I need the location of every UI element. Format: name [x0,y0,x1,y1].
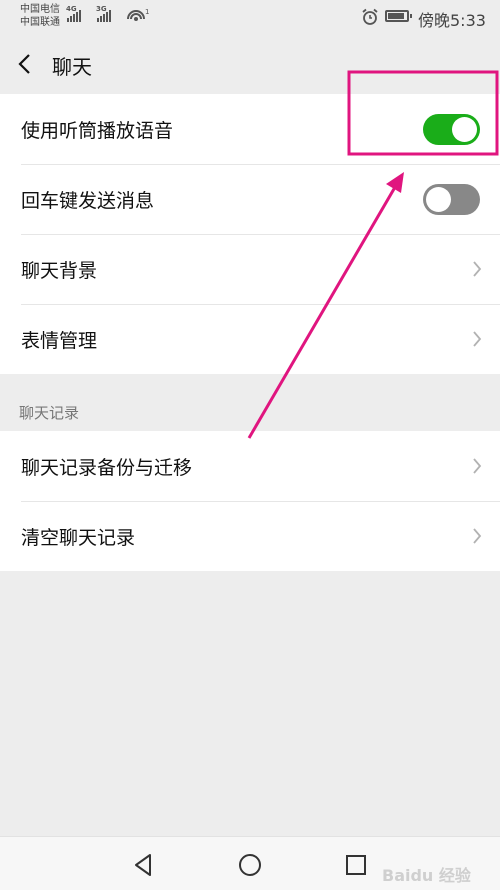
enter-to-send-toggle[interactable] [423,184,480,215]
network-type-1: 4G [66,5,77,13]
chevron-right-icon [473,331,482,347]
carrier-2: 中国联通 [20,17,60,28]
setting-label: 表情管理 [21,329,98,352]
setting-label: 清空聊天记录 [21,526,136,549]
setting-label: 聊天记录备份与迁移 [21,456,193,479]
setting-earpiece-playback[interactable]: 使用听筒播放语音 [0,94,500,164]
header: 聊天 [0,34,500,94]
setting-label: 回车键发送消息 [21,189,155,212]
settings-group-general: 使用听筒播放语音 回车键发送消息 聊天背景 表情管理 [0,94,500,374]
status-time: 傍晚5:33 [418,11,486,30]
baidu-watermark: Baidu 经验 [382,866,471,885]
signal-icon-1: 4G [66,5,81,22]
nav-home-icon[interactable] [237,852,263,878]
setting-chat-background[interactable]: 聊天背景 [0,234,500,304]
network-type-2: 3G [96,5,107,13]
carrier-labels: 中国电信 中国联通 [20,3,60,29]
nav-back-icon[interactable] [131,852,157,878]
wifi-hotspot-icon: 1 [127,8,149,21]
chevron-right-icon [473,261,482,277]
carrier-1: 中国电信 [20,4,60,15]
alarm-icon [362,8,378,25]
earpiece-playback-toggle[interactable] [423,114,480,145]
wifi-badge: 1 [145,8,149,16]
chevron-right-icon [473,458,482,474]
section-label-chat-history: 聊天记录 [19,404,80,422]
setting-clear-history[interactable]: 清空聊天记录 [0,501,500,571]
setting-enter-to-send[interactable]: 回车键发送消息 [0,164,500,234]
setting-label: 使用听筒播放语音 [21,119,174,142]
setting-backup-migrate[interactable]: 聊天记录备份与迁移 [0,431,500,501]
chevron-right-icon [473,528,482,544]
page-title: 聊天 [52,55,92,79]
setting-sticker-management[interactable]: 表情管理 [0,304,500,374]
signal-icon-2: 3G [96,5,111,22]
status-bar: 中国电信 中国联通 4G 3G 1 傍晚5:33 [0,0,500,34]
settings-group-chat-history: 聊天记录备份与迁移 清空聊天记录 [0,431,500,571]
back-arrow-icon[interactable] [14,52,38,76]
setting-label: 聊天背景 [21,259,98,282]
battery-icon [385,10,412,22]
nav-recents-icon[interactable] [343,852,369,878]
